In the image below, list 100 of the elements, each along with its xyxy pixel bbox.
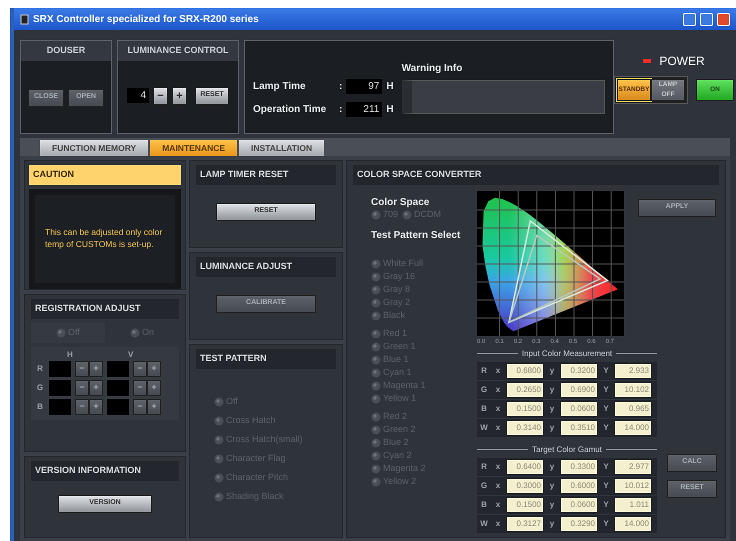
axis-label: x	[494, 498, 502, 510]
minus-button[interactable]: −	[133, 380, 147, 396]
section-title: COLOR SPACE CONVERTER	[353, 165, 719, 184]
separator-text: :	[339, 103, 342, 117]
table-title: Input Color Measurement	[522, 348, 612, 360]
axis-label: x	[494, 402, 502, 414]
radio-icon	[214, 434, 224, 444]
caution-message: This can be adjusted only color temp of CUSTOMs is set-up.	[45, 227, 164, 250]
radio-icon	[371, 464, 381, 474]
close-button[interactable]	[717, 12, 730, 26]
plus-button[interactable]: +	[147, 398, 161, 414]
channel-label: W	[479, 518, 489, 530]
minus-button[interactable]: −	[133, 398, 147, 414]
minimize-button[interactable]	[683, 12, 696, 26]
plus-button[interactable]: +	[89, 380, 103, 396]
radio-icon	[371, 412, 381, 422]
value-field: 0.6900	[561, 382, 597, 396]
radio-icon	[214, 492, 224, 502]
maximize-button[interactable]	[700, 12, 713, 26]
value-field: 0.1500	[507, 402, 543, 416]
panel-title: LUMINANCE CONTROL	[118, 41, 238, 60]
section-title: LUMINANCE ADJUST	[196, 257, 336, 276]
radio-icon	[371, 438, 381, 448]
group-title: Test Pattern Select	[371, 228, 462, 242]
value-field: 14.000	[615, 420, 651, 434]
axis-label: x	[494, 518, 502, 530]
radio-icon	[371, 394, 381, 404]
tab[interactable]: INSTALLATION	[239, 140, 324, 156]
channel-label: B	[480, 498, 488, 510]
separator-text: :	[339, 80, 342, 94]
radio-icon	[371, 450, 381, 460]
axis-label: Y	[602, 402, 610, 414]
panel-title: DOUSER	[21, 41, 111, 60]
value-field: 0.3127	[507, 516, 543, 530]
tab[interactable]: FUNCTION MEMORY	[40, 140, 148, 156]
section-title: REGISTRATION ADJUST	[31, 299, 179, 318]
value-field: 14.000	[615, 516, 651, 530]
minus-button[interactable]: −	[75, 380, 89, 396]
minus-button[interactable]: −	[133, 360, 147, 376]
minus-button[interactable]: −	[75, 360, 89, 376]
channel-label: G	[480, 480, 488, 492]
channel-label: W	[479, 422, 489, 434]
value-field: 0.6000	[561, 478, 597, 492]
value-field: 10.102	[615, 382, 651, 396]
radio-icon	[371, 424, 381, 434]
info-value: 97	[346, 79, 382, 94]
column-label: H	[66, 348, 74, 360]
radio-icon	[214, 472, 224, 482]
radio-icon	[371, 368, 381, 378]
radio-icon	[214, 396, 224, 406]
group-title: Color Space	[371, 196, 430, 210]
axis-label: x	[494, 364, 502, 376]
column-label: V	[127, 348, 134, 360]
row-label: G	[36, 382, 44, 394]
axis-label: y	[548, 518, 556, 530]
radio-icon	[371, 476, 381, 486]
radio-icon	[214, 416, 224, 426]
radio-icon	[371, 284, 381, 294]
radio-icon	[371, 342, 381, 352]
axis-label: y	[548, 364, 556, 376]
caution-title: CAUTION	[29, 165, 181, 184]
warning-title: Warning Info	[402, 62, 464, 76]
value-field	[49, 380, 71, 396]
value-field: 0.3510	[561, 420, 597, 434]
plus-button[interactable]: +	[89, 360, 103, 376]
section-title: LAMP TIMER RESET	[196, 165, 336, 184]
axis-label: y	[548, 384, 556, 396]
value-field: 0.0600	[561, 498, 597, 512]
axis-label: Y	[602, 480, 610, 492]
value-field: 0.2650	[507, 382, 543, 396]
minus-button[interactable]: −	[75, 398, 89, 414]
value-field: 0.3200	[561, 364, 597, 378]
axis-label: Y	[602, 422, 610, 434]
value-field: 0.6800	[507, 364, 543, 378]
value-field	[107, 380, 129, 396]
info-label: Lamp Time	[253, 80, 307, 94]
axis-label: x	[494, 480, 502, 492]
info-value: 211	[346, 102, 382, 117]
plus-button[interactable]: +	[147, 380, 161, 396]
tab[interactable]: MAINTENANCE	[150, 140, 238, 156]
radio-icon	[371, 272, 381, 282]
section-title: TEST PATTERN	[196, 349, 336, 368]
plus-button[interactable]: +	[89, 398, 103, 414]
value-field: 0.0600	[561, 402, 597, 416]
plus-button[interactable]: +	[172, 86, 187, 104]
axis-label: Y	[602, 384, 610, 396]
section-title: VERSION INFORMATION	[31, 461, 179, 480]
unit-text: H	[386, 80, 394, 94]
radio-icon	[402, 210, 412, 220]
value-field: 0.3000	[507, 478, 543, 492]
value-field: 0.965	[615, 402, 651, 416]
value-field: 2.977	[615, 460, 651, 474]
value-field	[49, 398, 71, 414]
value-field: 10.012	[615, 478, 651, 492]
minus-button[interactable]: −	[153, 86, 168, 104]
plus-button[interactable]: +	[147, 360, 161, 376]
radio-icon	[130, 328, 140, 338]
axis-label: y	[548, 460, 556, 472]
radio-icon	[371, 310, 381, 320]
table-title: Target Color Gamut	[532, 444, 602, 456]
